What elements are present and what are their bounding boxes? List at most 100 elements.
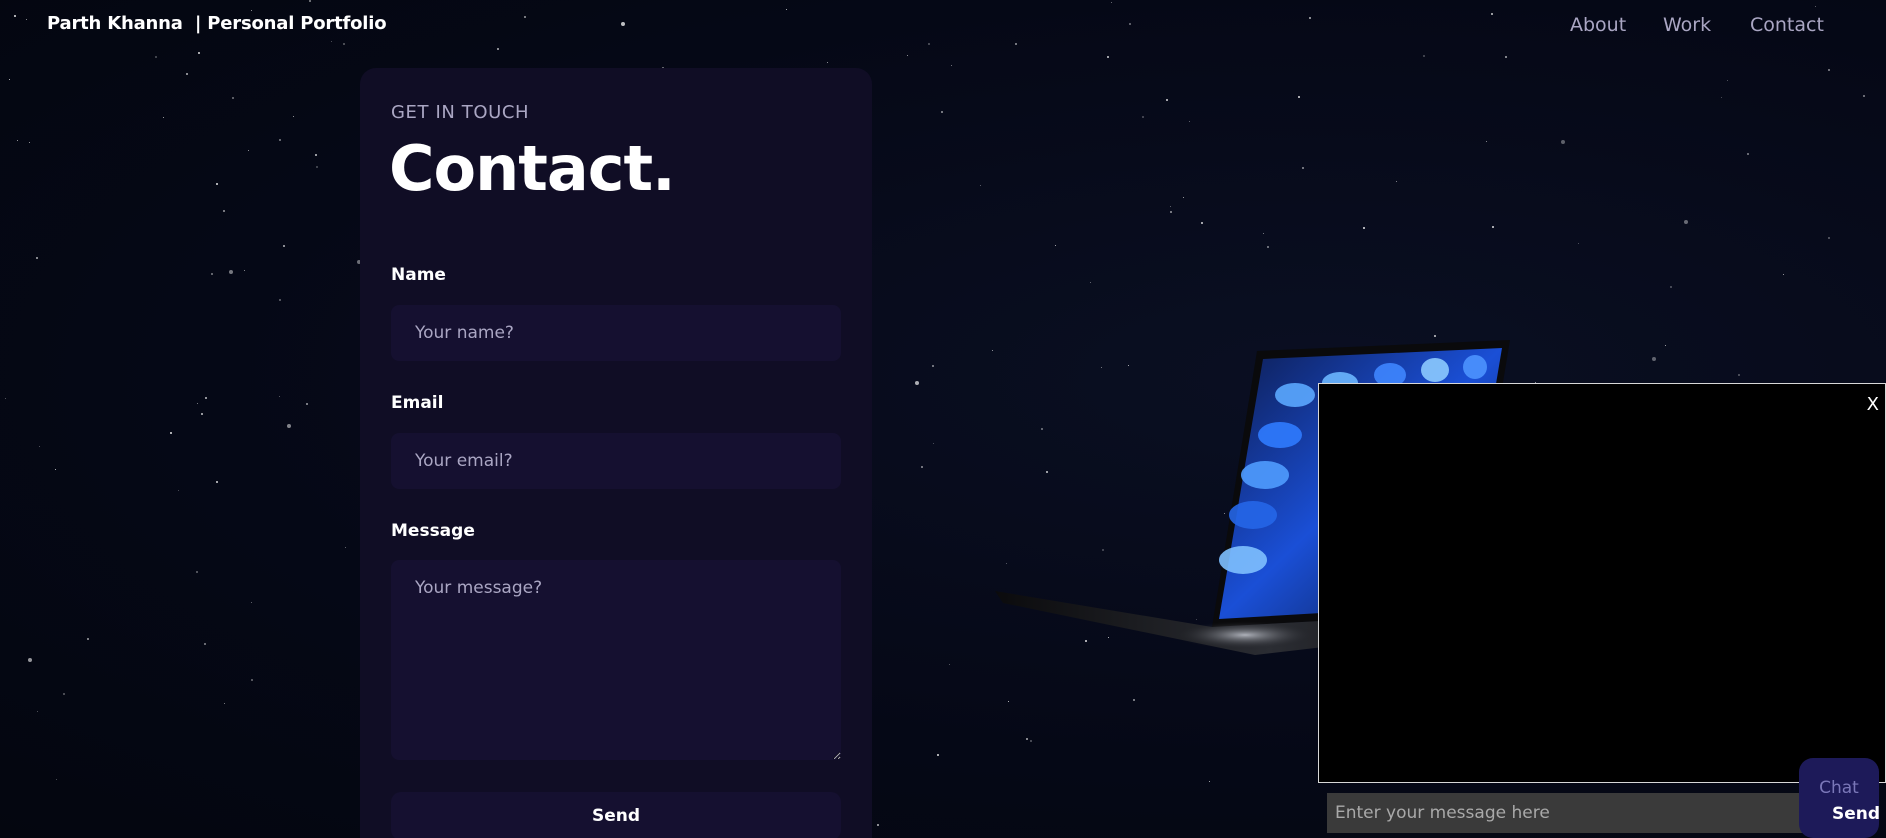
star-dot [1142, 116, 1144, 118]
star-dot [992, 350, 993, 351]
star-dot [1828, 69, 1830, 71]
star-dot [1783, 274, 1784, 275]
star-dot [1107, 56, 1109, 58]
star-dot [941, 111, 943, 113]
star-dot [178, 490, 179, 491]
star-dot [1030, 740, 1032, 742]
section-heading: Contact. [389, 132, 676, 205]
star-dot [56, 779, 57, 780]
star-dot [1738, 374, 1740, 376]
star-dot [1302, 167, 1304, 169]
star-dot [877, 824, 879, 826]
name-label: Name [391, 265, 446, 285]
star-dot [216, 481, 218, 483]
star-dot [1747, 153, 1749, 155]
message-textarea[interactable] [391, 560, 841, 760]
star-dot [9, 79, 10, 80]
section-subtitle: GET IN TOUCH [391, 102, 530, 123]
star-dot [155, 56, 157, 58]
star-dot [1055, 245, 1056, 246]
nav-link-contact[interactable]: Contact [1750, 14, 1824, 36]
star-dot [915, 381, 919, 385]
star-dot [198, 52, 200, 54]
nav-link-about[interactable]: About [1570, 14, 1626, 36]
star-dot [163, 117, 164, 118]
star-dot [37, 711, 38, 712]
star-dot [186, 73, 188, 75]
star-dot [980, 185, 981, 186]
star-dot [1170, 206, 1171, 207]
star-dot [5, 398, 6, 399]
star-dot [293, 116, 294, 117]
chat-close-button[interactable]: X [1867, 394, 1879, 415]
message-label: Message [391, 521, 475, 541]
star-dot [1578, 243, 1579, 244]
nav-link-work[interactable]: Work [1663, 14, 1711, 36]
star-dot [907, 55, 908, 56]
chat-send-button[interactable]: Send [1814, 800, 1884, 828]
star-dot [921, 466, 923, 468]
star-dot [63, 693, 65, 695]
star-dot [1133, 699, 1135, 701]
star-dot [55, 469, 56, 470]
star-dot [1561, 140, 1565, 144]
star-dot [36, 257, 38, 259]
star-dot [1684, 220, 1688, 224]
star-dot [1166, 99, 1168, 101]
star-dot [279, 139, 281, 141]
star-dot [1170, 211, 1172, 213]
star-dot [196, 571, 198, 573]
star-dot [937, 754, 939, 756]
send-button[interactable]: Send [391, 792, 841, 838]
star-dot [949, 664, 950, 665]
star-dot [951, 65, 952, 66]
star-dot [1298, 96, 1300, 98]
name-input[interactable] [391, 305, 841, 361]
star-dot [229, 270, 233, 274]
star-dot [205, 397, 207, 399]
star-dot [216, 183, 218, 185]
star-dot [201, 413, 203, 415]
star-dot [1363, 227, 1365, 229]
star-dot [345, 547, 346, 548]
star-dot [1828, 237, 1830, 239]
star-dot [1652, 357, 1656, 361]
chat-toggle-label: Chat [1819, 778, 1859, 798]
star-dot [1721, 97, 1722, 98]
navbar: Parth Khanna | Personal Portfolio About … [0, 0, 1886, 52]
star-dot [1486, 141, 1487, 142]
chat-window: X [1318, 383, 1886, 783]
star-dot [932, 365, 934, 367]
star-dot [306, 403, 308, 405]
star-dot [287, 424, 291, 428]
star-dot [1008, 701, 1009, 702]
star-dot [197, 403, 198, 404]
brand-logo-text[interactable]: Parth Khanna | Personal Portfolio [47, 13, 387, 34]
star-dot [1090, 282, 1091, 283]
star-dot [1863, 95, 1865, 97]
star-dot [1396, 181, 1397, 182]
star-dot [170, 432, 172, 434]
star-dot [248, 150, 249, 151]
star-dot [251, 602, 252, 603]
star-dot [223, 210, 225, 212]
star-dot [204, 643, 206, 645]
star-dot [827, 62, 828, 63]
star-dot [29, 142, 30, 143]
star-dot [279, 396, 280, 397]
star-dot [1423, 55, 1425, 57]
star-dot [933, 443, 934, 444]
star-dot [232, 97, 234, 99]
page: Parth Khanna | Personal Portfolio About … [0, 0, 1886, 838]
star-dot [244, 270, 245, 271]
star-dot [1670, 286, 1672, 288]
star-dot [1505, 56, 1507, 58]
star-dot [1201, 222, 1203, 224]
star-dot [28, 658, 32, 662]
star-dot [1183, 197, 1184, 198]
email-input[interactable] [391, 433, 841, 489]
chat-message-input[interactable] [1327, 793, 1808, 833]
star-dot [1665, 345, 1666, 346]
star-dot [211, 273, 213, 275]
star-dot [39, 446, 40, 447]
